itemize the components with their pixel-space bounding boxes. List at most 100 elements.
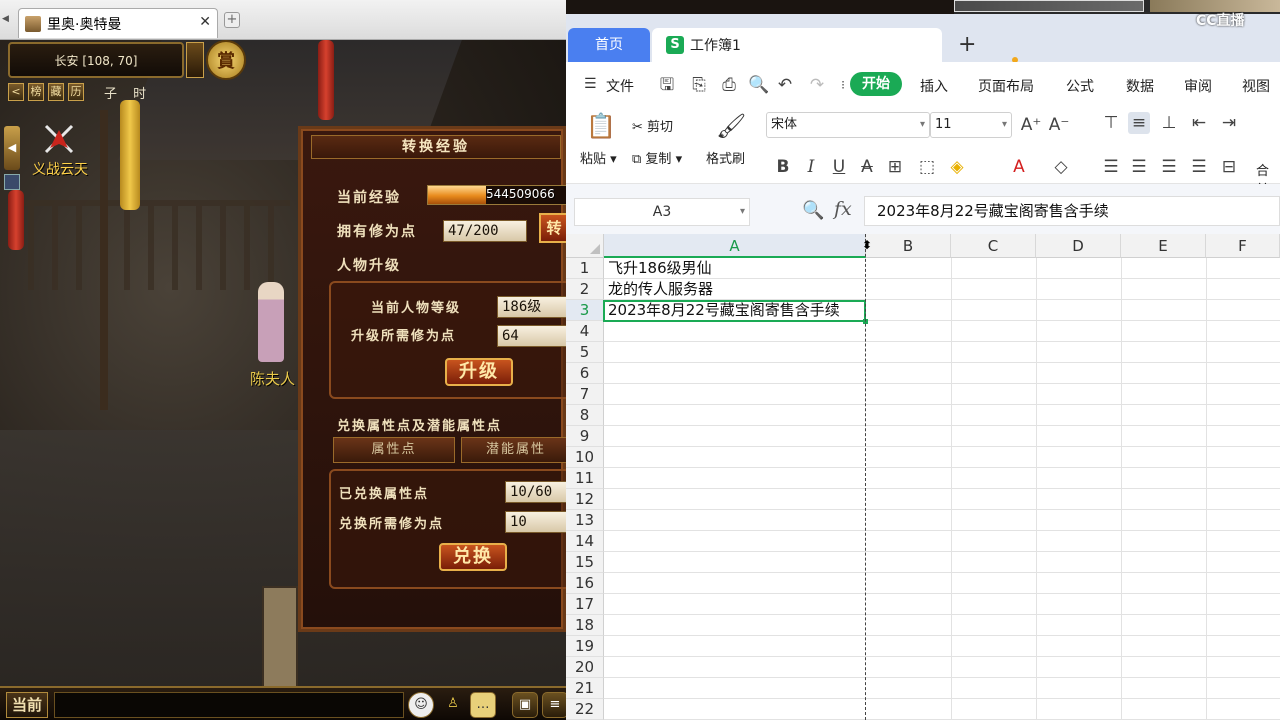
zoom-icon[interactable]: 🔍 (802, 200, 824, 221)
column-header-f[interactable]: F (1206, 234, 1280, 258)
sheet-grid[interactable]: A B C D E F 1 2 3 4 5 6 7 8 9 10 11 12 13 14 15 16 17 18 1… (566, 234, 1280, 720)
location-display[interactable]: 长安 [108, 70] (8, 42, 184, 78)
npc-name[interactable]: 陈夫人 (250, 368, 295, 389)
align-top-icon[interactable]: ⊤ (1100, 112, 1122, 134)
increase-font-icon[interactable]: A⁺ (1020, 114, 1042, 136)
undo-icon[interactable]: ↶ (774, 74, 796, 96)
row-header[interactable]: 5 (566, 342, 604, 363)
hamburger-icon[interactable]: ☰ (584, 76, 597, 92)
menu-file[interactable]: 文件 (606, 76, 634, 96)
chat-input[interactable] (54, 692, 404, 718)
format-painter-button[interactable]: 格式刷 (706, 148, 745, 167)
row-header[interactable]: 2 (566, 279, 604, 300)
convert-button[interactable]: 转 (539, 213, 566, 243)
menu-page-layout[interactable]: 页面布局 (978, 76, 1034, 96)
indent-decrease-icon[interactable]: ⇤ (1188, 112, 1210, 134)
menu-start[interactable]: 开始 (850, 72, 902, 96)
new-tab-button[interactable]: + (958, 32, 976, 57)
row-header[interactable]: 17 (566, 594, 604, 615)
cell-a2[interactable]: 龙的传人服务器 (608, 279, 713, 300)
redo-icon[interactable]: ↷ (806, 74, 828, 96)
align-center-icon[interactable]: ☰ (1128, 156, 1150, 178)
row-header[interactable]: 7 (566, 384, 604, 405)
tab-home[interactable]: 首页 (568, 28, 650, 62)
close-icon[interactable]: ✕ (199, 14, 211, 30)
side-small-icon[interactable] (4, 174, 20, 190)
row-header[interactable]: 8 (566, 405, 604, 426)
row-header[interactable]: 13 (566, 510, 604, 531)
row-header[interactable]: 15 (566, 552, 604, 573)
minimap-toggle-button[interactable] (186, 42, 204, 78)
crossed-swords-icon[interactable] (42, 122, 76, 156)
collection-button[interactable]: 藏 (48, 83, 64, 101)
row-header[interactable]: 19 (566, 636, 604, 657)
chat-channel-button[interactable]: 当前 (6, 692, 48, 718)
distribute-icon[interactable]: ⊟ (1218, 156, 1240, 178)
npc-figure[interactable] (258, 282, 284, 362)
new-tab-button[interactable]: + (224, 12, 240, 28)
chat-bubble-icon[interactable]: … (470, 692, 496, 718)
column-header-e[interactable]: E (1121, 234, 1206, 258)
column-header-a[interactable]: A (604, 234, 866, 258)
menu-icon[interactable]: ≡ (542, 692, 566, 718)
indent-increase-icon[interactable]: ⇥ (1218, 112, 1240, 134)
upgrade-button[interactable]: 升级 (445, 358, 513, 386)
bag-icon[interactable]: ▣ (512, 692, 538, 718)
justify-icon[interactable]: ☰ (1188, 156, 1210, 178)
row-header[interactable]: 10 (566, 447, 604, 468)
emoji-icon[interactable]: ☺ (408, 692, 434, 718)
row-header[interactable]: 21 (566, 678, 604, 699)
font-family-select[interactable]: 宋体 ▾ (766, 112, 930, 138)
fx-icon[interactable]: fx (834, 198, 852, 220)
cell-a1[interactable]: 飞升186级男仙 (608, 258, 712, 279)
history-button[interactable]: 历 (68, 83, 84, 101)
column-header-d[interactable]: D (1036, 234, 1121, 258)
side-panel-toggle[interactable]: ◀ (4, 126, 20, 170)
align-bottom-icon[interactable]: ⊥ (1158, 112, 1180, 134)
reward-badge[interactable]: 賞 (206, 40, 246, 80)
row-header[interactable]: 1 (566, 258, 604, 279)
war-label[interactable]: 义战云天 (32, 159, 88, 179)
share-button[interactable]: < (8, 83, 24, 101)
row-header[interactable]: 11 (566, 468, 604, 489)
row-header[interactable]: 9 (566, 426, 604, 447)
menu-data[interactable]: 数据 (1126, 76, 1154, 96)
tab-attributes[interactable]: 属性点 (333, 437, 455, 463)
align-middle-icon[interactable]: ≡ (1128, 112, 1150, 134)
formula-input[interactable]: 2023年8月22号藏宝阁寄售含手续 (864, 196, 1280, 226)
row-header[interactable]: 6 (566, 363, 604, 384)
ranking-button[interactable]: 榜 (28, 83, 44, 101)
browser-tab[interactable]: 里奥·奥特曼 ✕ (18, 8, 218, 38)
tab-potential[interactable]: 潜能属性 (461, 437, 566, 463)
exchange-button[interactable]: 兑换 (439, 543, 507, 571)
border-icon[interactable]: ⊞ (884, 156, 906, 178)
menu-review[interactable]: 审阅 (1184, 76, 1212, 96)
menu-formula[interactable]: 公式 (1066, 76, 1094, 96)
cell-style-icon[interactable]: ⬚ (916, 156, 938, 178)
fill-color-icon[interactable]: ◈ (946, 156, 968, 178)
export-icon[interactable]: ⎘ (688, 74, 710, 96)
row-header[interactable]: 3 (566, 300, 604, 321)
bold-icon[interactable]: B (772, 156, 794, 178)
decrease-font-icon[interactable]: A⁻ (1048, 114, 1070, 136)
cell-area[interactable] (604, 258, 1280, 720)
save-icon[interactable]: 🖫 (656, 74, 678, 96)
row-header[interactable]: 22 (566, 699, 604, 720)
row-header[interactable]: 18 (566, 615, 604, 636)
name-box[interactable]: A3 ▾ (574, 198, 750, 226)
print-preview-icon[interactable]: 🔍 (748, 74, 770, 96)
print-icon[interactable]: ⎙ (718, 74, 740, 96)
column-header-c[interactable]: C (951, 234, 1036, 258)
row-header[interactable]: 16 (566, 573, 604, 594)
font-size-select[interactable]: 11 ▾ (930, 112, 1012, 138)
align-left-icon[interactable]: ☰ (1100, 156, 1122, 178)
menu-insert[interactable]: 插入 (920, 76, 948, 96)
row-header[interactable]: 12 (566, 489, 604, 510)
align-right-icon[interactable]: ☰ (1158, 156, 1180, 178)
cut-button[interactable]: ✂ 剪切 (632, 116, 673, 135)
paste-icon[interactable]: 📋 (586, 112, 616, 140)
menu-view[interactable]: 视图 (1242, 76, 1270, 96)
figure-icon[interactable]: ♙ (440, 692, 466, 718)
row-header[interactable]: 4 (566, 321, 604, 342)
tab-workbook[interactable]: S 工作簿1 (652, 28, 1018, 63)
